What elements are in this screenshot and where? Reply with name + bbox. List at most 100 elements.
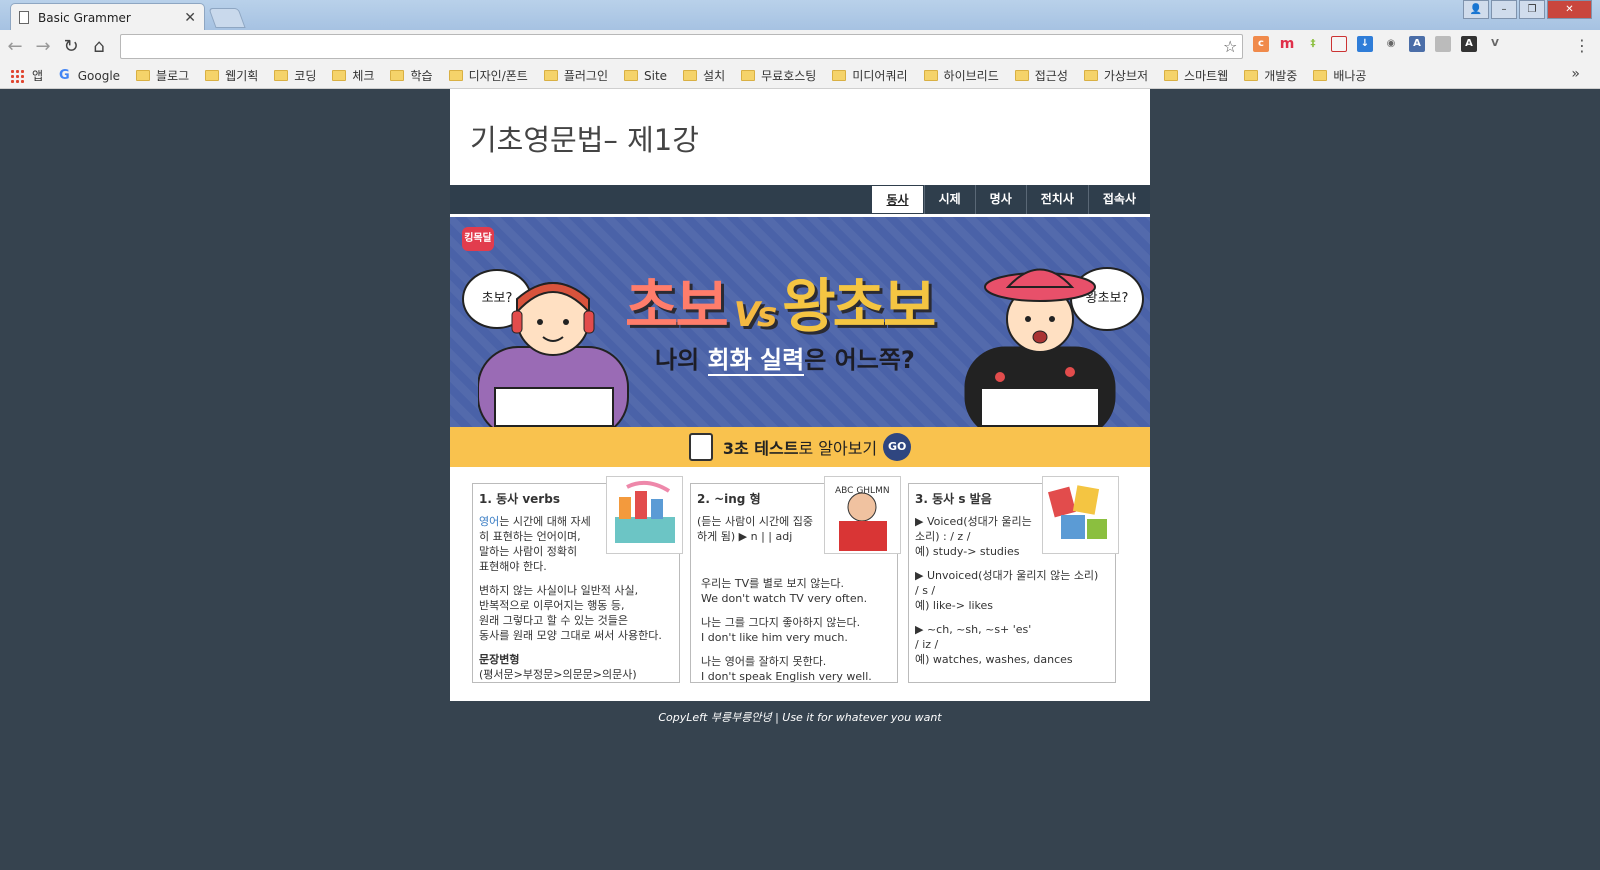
bookmark-folder[interactable]: 배나공 <box>1313 67 1366 84</box>
card-subtitle: 문장변형 <box>479 653 520 666</box>
restore-button[interactable]: ❐ <box>1519 0 1545 19</box>
bookmark-folder[interactable]: 체크 <box>332 67 374 84</box>
bookmark-folder[interactable]: 무료호스팅 <box>741 67 816 84</box>
folder-icon <box>205 70 220 81</box>
banner-headline: 초보 Vs 왕초보 <box>625 272 936 340</box>
browser-tab[interactable]: Basic Grammer ✕ <box>10 3 205 31</box>
laptop-right <box>980 387 1100 427</box>
user-icon[interactable]: 👤 <box>1463 0 1489 19</box>
css-extension-icon[interactable]: c <box>1253 36 1269 52</box>
nav-tab-conjunction[interactable]: 접속사 <box>1087 185 1150 214</box>
extensions: c m ‡ ↓ ◉ A A V <box>1253 36 1503 52</box>
camera-extension-icon[interactable]: ◉ <box>1383 36 1399 52</box>
folder-icon <box>1014 70 1029 81</box>
lesson-card-s-sound: 3. 동사 s 발음 ▶ Voiced(성대가 울리는 소리) : / z / … <box>908 476 1119 683</box>
bookmark-folder[interactable]: 디자인/폰트 <box>448 67 528 84</box>
bookmark-google[interactable]: G Google <box>59 68 120 83</box>
bookmark-folder[interactable]: 코딩 <box>274 67 316 84</box>
address-bar[interactable] <box>120 34 1243 59</box>
new-tab-button[interactable] <box>208 8 246 28</box>
test-cta-bar[interactable]: 3초 테스트로 알아보기 GO <box>450 427 1150 467</box>
ruler-extension-icon[interactable]: ‡ <box>1305 36 1321 52</box>
bookmark-folder[interactable]: 블로그 <box>136 67 189 84</box>
address-input[interactable] <box>121 35 1242 58</box>
footer-credit: CopyLeft 부릉부릉안녕 | Use it for whatever yo… <box>658 711 942 724</box>
bookmark-folder[interactable]: 플러그인 <box>543 67 608 84</box>
bookmark-folder[interactable]: 설치 <box>683 67 725 84</box>
folder-icon <box>1164 70 1179 81</box>
back-icon[interactable]: ← <box>2 34 28 60</box>
forward-icon[interactable]: → <box>30 34 56 60</box>
bookmark-folder[interactable]: 웹기획 <box>205 67 258 84</box>
laptop-left <box>494 387 614 427</box>
folder-icon <box>923 70 938 81</box>
folder-icon <box>1313 70 1328 81</box>
lesson-card-ing: 2. ~ing 형 ABC GHLMN (듣는 사람이 시간에 집중 하게 됨)… <box>690 476 901 683</box>
home-icon[interactable]: ⌂ <box>86 34 112 60</box>
folder-icon <box>1244 70 1259 81</box>
bookmark-apps[interactable]: 앱 <box>10 67 43 84</box>
folder-icon <box>448 70 463 81</box>
fonts-extension-icon[interactable]: A <box>1409 36 1425 52</box>
close-icon[interactable]: ✕ <box>184 10 196 26</box>
reload-icon[interactable]: ↻ <box>58 34 84 60</box>
window-controls: 👤 – ❐ ✕ <box>1463 0 1592 19</box>
menu-icon[interactable]: ⋮ <box>1574 36 1590 55</box>
folder-icon <box>1083 70 1098 81</box>
window-extension-icon[interactable] <box>1331 36 1347 52</box>
folder-icon <box>136 70 151 81</box>
folder-icon <box>390 70 405 81</box>
card-title: 1. 동사 verbs <box>479 492 560 506</box>
dark-extension-icon[interactable]: A <box>1461 36 1477 52</box>
nav-tab-verb[interactable]: 동사 <box>871 185 924 214</box>
folder-icon <box>543 70 558 81</box>
card-title: 2. ~ing 형 <box>697 492 761 506</box>
google-icon: G <box>59 68 70 83</box>
card-body: ▶ Voiced(성대가 울리는 소리) : / z / 예) study-> … <box>915 515 1099 666</box>
nav-tabs: 동사 시제 명사 전치사 접속사 <box>871 185 1150 214</box>
highlight-word: 영어 <box>479 515 500 528</box>
card-paragraph: 변하지 않는 사실이나 일반적 사실, 반복적으로 이루어지는 행동 등, 원래… <box>479 584 662 642</box>
apps-icon <box>10 68 24 83</box>
bookmark-folder[interactable]: 접근성 <box>1014 67 1068 84</box>
folder-icon <box>741 70 756 81</box>
download-extension-icon[interactable]: ↓ <box>1357 36 1373 52</box>
folder-icon <box>274 70 289 81</box>
folder-icon <box>832 70 847 81</box>
bookmarks-overflow-icon[interactable]: » <box>1571 66 1580 82</box>
card-examples: 우리는 TV를 별로 보지 않는다. We don't watch TV ver… <box>701 577 872 683</box>
lesson-card-verbs: 1. 동사 verbs 영어는 시간에 대해 자세 히 표현하는 언어이며, 말… <box>472 476 683 683</box>
bookmark-folder[interactable]: Site <box>624 69 667 83</box>
bookmark-star-icon[interactable]: ☆ <box>1223 37 1237 56</box>
window-close-button[interactable]: ✕ <box>1547 0 1592 19</box>
bookmark-folder[interactable]: 가상브저 <box>1083 67 1148 84</box>
m-extension-icon[interactable]: m <box>1279 36 1295 52</box>
go-button[interactable]: GO <box>883 433 912 461</box>
svg-text:ABC GHLMN: ABC GHLMN <box>835 486 890 496</box>
banner-subheadline: 나의 회화 실력은 어느쪽? <box>655 346 915 376</box>
tab-title: Basic Grammer <box>38 10 131 25</box>
page-container: 기초영문법– 제1강 동사 시제 명사 전치사 접속사 킹목달 초보? 왕초보?… <box>450 89 1150 701</box>
bookmark-folder[interactable]: 개발중 <box>1244 67 1297 84</box>
folder-icon <box>332 70 347 81</box>
bookmarks-bar: 앱 G Google 블로그 웹기획 코딩 체크 학습 디자인/폰트 플러그인 S… <box>0 63 1600 89</box>
bookmark-folder[interactable]: 미디어쿼리 <box>832 67 908 84</box>
promo-banner[interactable]: 킹목달 초보? 왕초보? 초보 Vs 왕초보 나의 회화 실력은 어느쪽? <box>450 217 1150 427</box>
nav-tab-noun[interactable]: 명사 <box>974 185 1026 214</box>
browser-titlebar: Basic Grammer ✕ 👤 – ❐ ✕ <box>0 0 1600 31</box>
card-body: 영어는 시간에 대해 자세 히 표현하는 언어이며, 말하는 사람이 정확히 표… <box>479 514 679 682</box>
bookmark-folder[interactable]: 스마트웹 <box>1164 67 1228 84</box>
nav-tab-tense[interactable]: 시제 <box>923 185 975 214</box>
vue-extension-icon[interactable]: V <box>1487 36 1503 52</box>
browser-toolbar: ← → ↻ ⌂ ☆ c m ‡ ↓ ◉ A A V ⋮ <box>0 30 1600 63</box>
page-icon <box>19 11 29 24</box>
cta-text: 3초 테스트로 알아보기 <box>722 439 878 458</box>
folder-icon <box>624 70 638 81</box>
card-body: (듣는 사람이 시간에 집중 하게 됨) ▶ n | | adj <box>697 514 857 544</box>
bookmark-folder[interactable]: 학습 <box>390 67 433 84</box>
gray-extension-icon[interactable] <box>1435 36 1451 52</box>
folder-icon <box>683 70 698 81</box>
nav-tab-preposition[interactable]: 전치사 <box>1025 185 1088 214</box>
minimize-button[interactable]: – <box>1491 0 1517 19</box>
bookmark-folder[interactable]: 하이브리드 <box>923 67 999 84</box>
